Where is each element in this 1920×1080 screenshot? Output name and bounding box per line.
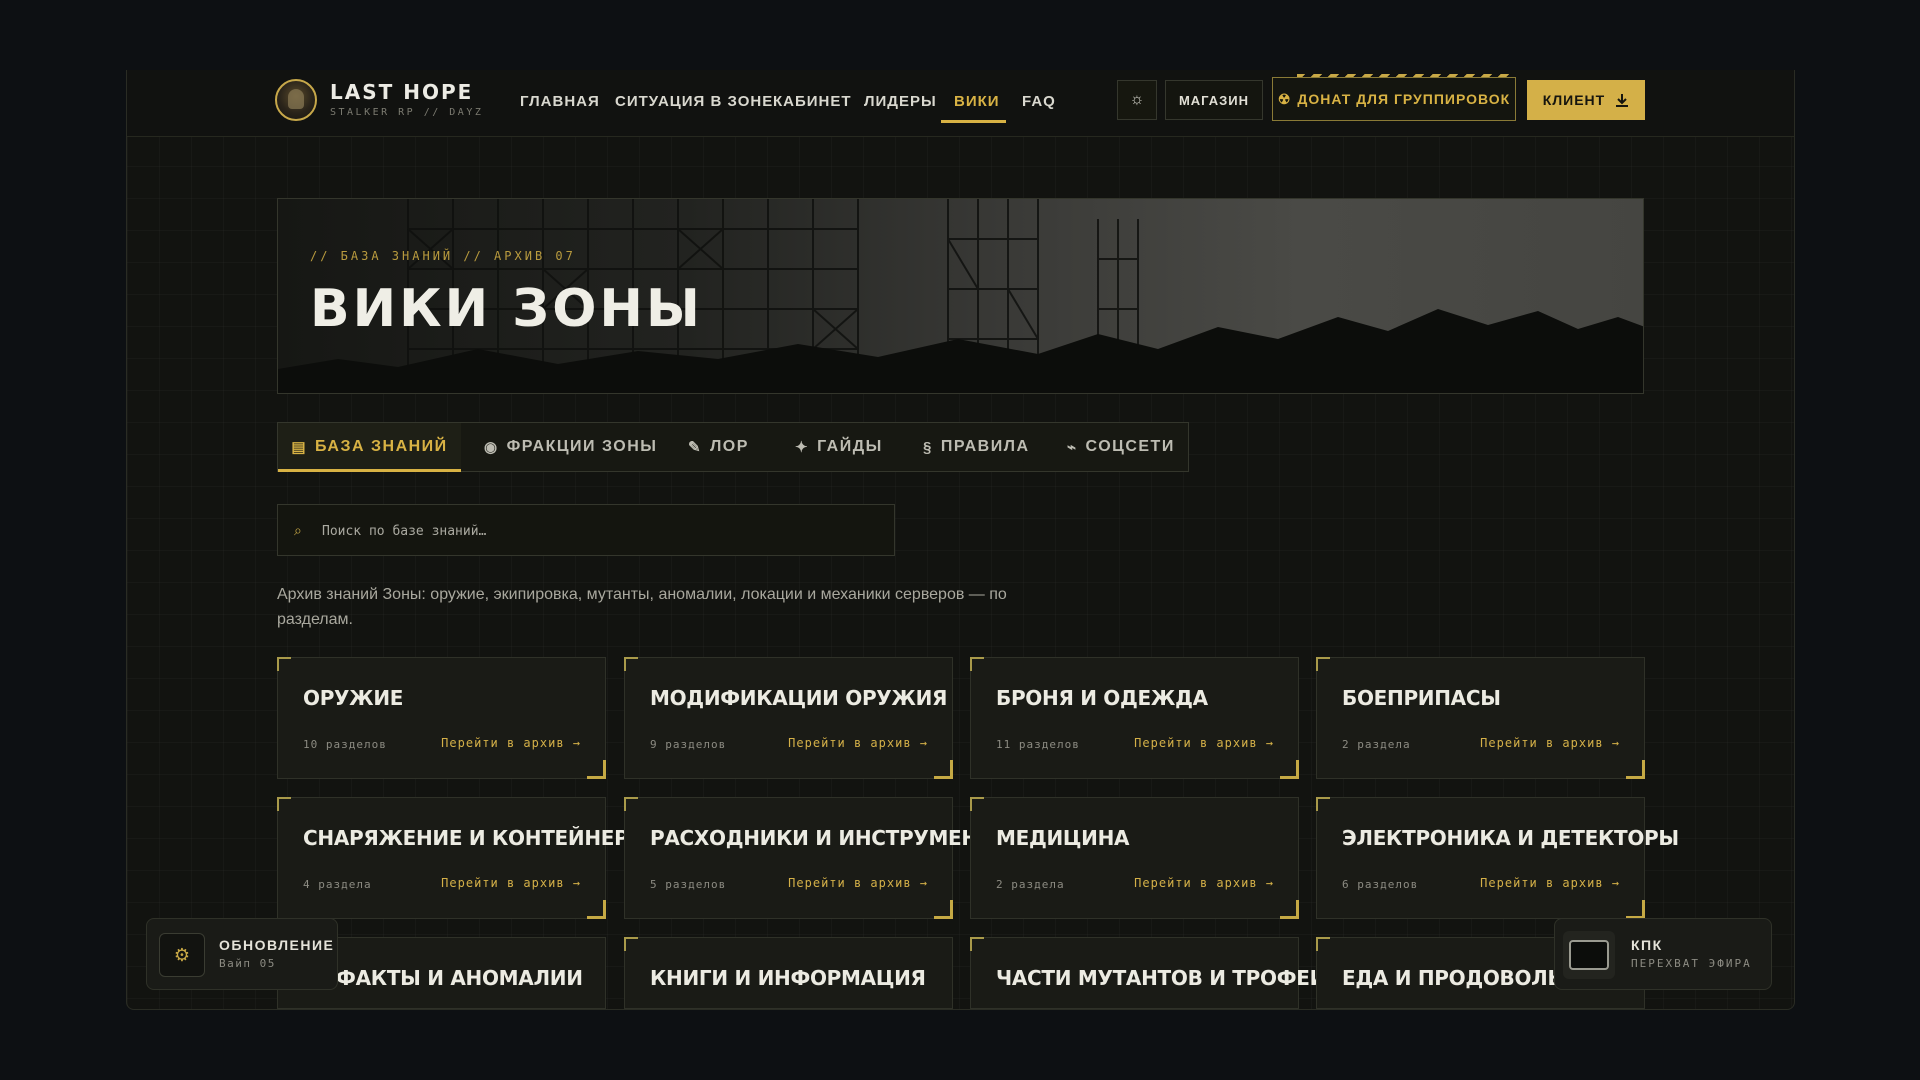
search-input[interactable] — [320, 517, 884, 545]
category-card-medicine[interactable]: МЕДИЦИНА 2 раздела Перейти в архив → — [970, 797, 1299, 919]
page-title: ВИКИ ЗОНЫ — [310, 279, 703, 339]
donate-button[interactable]: ☢ ДОНАТ ДЛЯ ГРУППИРОВОК — [1272, 77, 1516, 121]
kpk-subtitle: ПЕРЕХВАТ ЭФИРА — [1631, 957, 1752, 970]
card-archive-link[interactable]: Перейти в архив → — [1134, 736, 1274, 750]
update-toast[interactable]: ⚙ ОБНОВЛЕНИЕ Вайп 05 — [146, 918, 338, 990]
tab-label: ГАЙДЫ — [817, 438, 883, 455]
card-count: 6 разделов — [1342, 878, 1419, 891]
card-archive-link[interactable]: Перейти в архив → — [1480, 876, 1620, 890]
tab-rules[interactable]: § ПРАВИЛА — [923, 423, 1030, 471]
card-archive-link[interactable]: Перейти в архив → — [1134, 876, 1274, 890]
pda-screen-icon — [1569, 940, 1609, 970]
hero-banner: // БАЗА ЗНАНИЙ // АРХИВ 07 ВИКИ ЗОНЫ — [277, 198, 1644, 394]
search-box: ⌕ — [277, 504, 895, 556]
hero-breadcrumb: // БАЗА ЗНАНИЙ // АРХИВ 07 — [310, 249, 576, 263]
card-title: ЧАСТИ МУТАНТОВ И ТРОФЕИ — [996, 966, 1327, 990]
update-toast-title: ОБНОВЛЕНИЕ — [219, 937, 335, 953]
card-title: РАСХОДНИКИ И ИНСТРУМЕНТЫ — [650, 826, 1012, 850]
card-archive-link[interactable]: Перейти в архив → — [788, 876, 928, 890]
nav-faq[interactable]: FAQ — [1022, 93, 1056, 110]
category-card-weapon-mods[interactable]: МОДИФИКАЦИИ ОРУЖИЯ 9 разделов Перейти в … — [624, 657, 953, 779]
sun-icon: ☼ — [1129, 91, 1145, 108]
card-title: БРОНЯ И ОДЕЖДА — [996, 686, 1208, 710]
shop-button[interactable]: МАГАЗИН — [1165, 80, 1263, 120]
theme-toggle-button[interactable]: ☼ — [1117, 80, 1157, 120]
card-archive-link[interactable]: Перейти в архив → — [788, 736, 928, 750]
nav-cabinet[interactable]: КАБИНЕТ — [773, 93, 852, 110]
tab-label: ЛОР — [710, 438, 749, 455]
tab-factions[interactable]: ◉ ФРАКЦИИ ЗОНЫ — [484, 423, 657, 471]
top-header: LAST HOPE STALKER RP // DAYZ ГЛАВНАЯ СИТ… — [127, 70, 1794, 137]
nav-home[interactable]: ГЛАВНАЯ — [520, 93, 600, 110]
card-count: 2 раздела — [1342, 738, 1411, 751]
category-card-armor[interactable]: БРОНЯ И ОДЕЖДА 11 разделов Перейти в арх… — [970, 657, 1299, 779]
nav-wiki[interactable]: ВИКИ — [954, 93, 1000, 110]
nav-leaders[interactable]: ЛИДЕРЫ — [864, 93, 937, 110]
kpk-device-icon — [1563, 931, 1615, 979]
tab-guides[interactable]: ✦ ГАЙДЫ — [795, 423, 883, 471]
card-count: 11 разделов — [996, 738, 1080, 751]
brand-subtitle: STALKER RP // DAYZ — [330, 107, 484, 118]
category-card-mutant-parts[interactable]: ЧАСТИ МУТАНТОВ И ТРОФЕИ — [970, 937, 1326, 1009]
section-icon: § — [923, 438, 933, 456]
tab-knowledge-base[interactable]: ▤ БАЗА ЗНАНИЙ — [278, 423, 461, 472]
pencil-icon: ✎ — [688, 439, 703, 456]
card-count: 4 раздела — [303, 878, 372, 891]
tab-lore[interactable]: ✎ ЛОР — [688, 423, 749, 471]
tab-label: ФРАКЦИИ ЗОНЫ — [506, 438, 658, 455]
client-download-button[interactable]: КЛИЕНТ — [1527, 80, 1645, 120]
target-icon: ◉ — [484, 439, 499, 456]
gear-icon: ⚙ — [159, 933, 205, 977]
card-title: СНАРЯЖЕНИЕ И КОНТЕЙНЕРЫ — [303, 826, 649, 850]
category-card-gear[interactable]: СНАРЯЖЕНИЕ И КОНТЕЙНЕРЫ 4 раздела Перейт… — [277, 797, 649, 919]
category-card-consumables[interactable]: РАСХОДНИКИ И ИНСТРУМЕНТЫ 5 разделов Пере… — [624, 797, 1012, 919]
card-title: ЭЛЕКТРОНИКА И ДЕТЕКТОРЫ — [1342, 826, 1679, 850]
card-count: 2 раздела — [996, 878, 1065, 891]
tab-label: ПРАВИЛА — [940, 438, 1030, 455]
card-title: ОРУЖИЕ — [303, 686, 404, 710]
card-archive-link[interactable]: Перейти в архив → — [1480, 736, 1620, 750]
donate-button-label: ДОНАТ ДЛЯ ГРУППИРОВОК — [1297, 91, 1511, 107]
wiki-description: Архив знаний Зоны: оружие, экипировка, м… — [277, 586, 1007, 628]
app-frame: LAST HOPE STALKER RP // DAYZ ГЛАВНАЯ СИТ… — [126, 70, 1795, 1010]
card-title: МЕДИЦИНА — [996, 826, 1130, 850]
link-icon: ⌁ — [1067, 439, 1078, 456]
category-card-ammo[interactable]: БОЕПРИПАСЫ 2 раздела Перейти в архив → — [1316, 657, 1645, 779]
kpk-widget[interactable]: КПК ПЕРЕХВАТ ЭФИРА — [1554, 918, 1772, 990]
radiation-icon: ☢ — [1277, 90, 1292, 107]
card-title: БОЕПРИПАСЫ — [1342, 686, 1501, 710]
card-count: 5 разделов — [650, 878, 727, 891]
card-title: …ЕФАКТЫ И АНОМАЛИИ — [303, 966, 583, 990]
download-icon — [1616, 94, 1629, 107]
tab-socials[interactable]: ⌁ СОЦСЕТИ — [1067, 423, 1175, 471]
logo-emblem[interactable] — [275, 79, 317, 121]
card-title: КНИГИ И ИНФОРМАЦИЯ — [650, 966, 926, 990]
card-count: 10 разделов — [303, 738, 387, 751]
kpk-title: КПК — [1631, 937, 1663, 953]
nav-zone-situation[interactable]: СИТУАЦИЯ В ЗОНЕ — [615, 93, 773, 110]
category-card-electronics[interactable]: ЭЛЕКТРОНИКА И ДЕТЕКТОРЫ 6 разделов Перей… — [1316, 797, 1679, 919]
card-count: 9 разделов — [650, 738, 727, 751]
book-icon: ▤ — [291, 439, 308, 456]
search-icon: ⌕ — [294, 522, 302, 538]
tab-label: БАЗА ЗНАНИЙ — [315, 438, 448, 455]
card-title: МОДИФИКАЦИИ ОРУЖИЯ — [650, 686, 948, 710]
brand-name[interactable]: LAST HOPE — [330, 80, 473, 104]
category-card-books[interactable]: КНИГИ И ИНФОРМАЦИЯ — [624, 937, 953, 1009]
category-card-weapons[interactable]: ОРУЖИЕ 10 разделов Перейти в архив → — [277, 657, 606, 779]
update-toast-subtitle: Вайп 05 — [219, 957, 276, 970]
sparkle-icon: ✦ — [795, 439, 810, 456]
tab-label: СОЦСЕТИ — [1085, 438, 1175, 455]
card-archive-link[interactable]: Перейти в архив → — [441, 876, 581, 890]
nav-active-indicator — [941, 120, 1006, 123]
card-archive-link[interactable]: Перейти в архив → — [441, 736, 581, 750]
client-button-label: КЛИЕНТ — [1542, 92, 1606, 108]
wiki-tabs: ▤ БАЗА ЗНАНИЙ ◉ ФРАКЦИИ ЗОНЫ ✎ ЛОР ✦ ГАЙ… — [277, 422, 1189, 472]
